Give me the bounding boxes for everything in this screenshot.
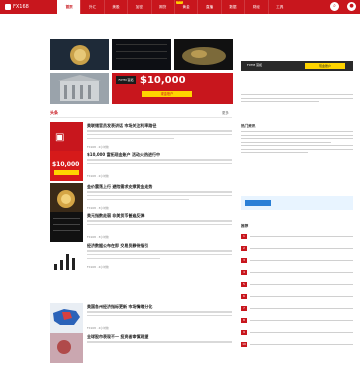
- ad-badge: 现金账户: [142, 91, 192, 97]
- rank-item[interactable]: [250, 282, 353, 287]
- rank-item[interactable]: [250, 258, 353, 263]
- article-thumbnail: ▣: [50, 122, 83, 152]
- featured-tile-3[interactable]: [174, 39, 233, 70]
- rank-badge: 6: [241, 294, 247, 299]
- top-nav-bar: FX168 首页 外汇 美股 加密 期货 黄金 直播 数据 财经 工具 NEW …: [0, 0, 360, 14]
- sidebar-box-1: [241, 92, 353, 105]
- sidebar-ad-1[interactable]: FXTM 富拓 现金账户: [241, 61, 353, 71]
- rank-item[interactable]: [250, 330, 353, 335]
- nav-item-home[interactable]: 首页: [57, 0, 81, 14]
- list-item[interactable]: 美元指数走弱 非美货币普遍反弹 FX168 · 3小时前: [50, 212, 232, 246]
- nav-item-live[interactable]: 直播: [197, 0, 220, 14]
- svg-text:▣: ▣: [55, 132, 64, 143]
- logo-mark-icon: [5, 3, 11, 10]
- nav-item-crypto[interactable]: 加密: [127, 0, 150, 14]
- main-nav: 首页 外汇 美股 加密 期货 黄金 直播 数据 财经 工具: [57, 0, 291, 14]
- article-summary: [87, 191, 232, 202]
- article-meta: FX168 · 2小时前: [87, 145, 109, 149]
- sidebar-section-1: 热门资讯: [241, 124, 353, 156]
- article-thumbnail: [50, 242, 83, 272]
- article-thumbnail: [50, 303, 83, 333]
- user-icon[interactable]: ●: [347, 2, 356, 11]
- rank-item[interactable]: [250, 342, 353, 347]
- article-summary: [87, 311, 232, 319]
- site-logo[interactable]: FX168: [5, 3, 41, 11]
- ad-logo-icon: [245, 200, 271, 206]
- rank-badge: 3: [241, 258, 247, 263]
- article-meta: FX168 · 3小时前: [87, 235, 109, 239]
- article-meta: FX168 · 4小时前: [87, 265, 109, 269]
- rank-item[interactable]: [250, 318, 353, 323]
- article-title[interactable]: 美元指数走弱 非美货币普遍反弹: [87, 213, 232, 219]
- rank-badge: 7: [241, 306, 247, 311]
- rank-badge: 8: [241, 318, 247, 323]
- featured-tile-4[interactable]: [50, 73, 109, 104]
- article-title[interactable]: 全球股市表现不一 投资者审慎观望: [87, 334, 232, 340]
- rank-badge: 5: [241, 282, 247, 287]
- rank-badge: 4: [241, 270, 247, 275]
- list-item[interactable]: 经济数据公布在即 交易员静待指引 FX168 · 4小时前: [50, 242, 232, 276]
- article-title[interactable]: $10,000 富拓现金账户 活动火热进行中: [87, 152, 232, 158]
- list-item[interactable]: 美国各州经济指标更新 市场情绪分化 FX168 · 4小时前: [50, 303, 232, 337]
- svg-text:$10,000: $10,000: [52, 161, 79, 168]
- rank-item[interactable]: [250, 246, 353, 251]
- article-thumbnail: [50, 183, 83, 213]
- article-meta: FX168 · 2小时前: [87, 174, 109, 178]
- list-item[interactable]: $10,000 $10,000 富拓现金账户 活动火热进行中 FX168 · 2…: [50, 151, 232, 185]
- article-summary: [87, 159, 232, 167]
- rank-item[interactable]: [250, 294, 353, 299]
- rank-item[interactable]: [250, 270, 353, 275]
- search-icon[interactable]: ⌕: [330, 2, 339, 11]
- ad-brand-label: FXTM 富拓: [116, 76, 136, 84]
- section-divider: [50, 117, 232, 118]
- ad-headline: $10,000: [140, 75, 186, 86]
- article-title[interactable]: 经济数据公布在即 交易员静待指引: [87, 243, 232, 249]
- sidebar-section-title: 推荐: [241, 224, 249, 228]
- rank-item[interactable]: [250, 306, 353, 311]
- rank-badge: 10: [241, 342, 247, 347]
- section-title: 头条: [50, 110, 58, 115]
- sidebar-ad-2[interactable]: [241, 196, 353, 210]
- featured-image-1: [50, 39, 109, 70]
- featured-image-3: [174, 39, 233, 70]
- featured-tile-5-ad[interactable]: FXTM 富拓 $10,000 现金账户: [112, 73, 233, 104]
- nav-item-futures[interactable]: 期货: [150, 0, 174, 14]
- article-thumbnail: [50, 333, 83, 363]
- section-more-link[interactable]: 更多: [222, 110, 229, 115]
- article-summary: [87, 341, 232, 345]
- nav-item-forex[interactable]: 外汇: [80, 0, 103, 14]
- rank-badge: 9: [241, 330, 247, 335]
- featured-tile-1[interactable]: [50, 39, 109, 70]
- sidebar-section-2: 推荐: [241, 224, 353, 229]
- article-meta: FX168 · 3小时前: [87, 206, 109, 210]
- nav-item-stocks[interactable]: 美股: [103, 0, 127, 14]
- nav-item-finance[interactable]: 财经: [244, 0, 267, 14]
- article-thumbnail: $10,000: [50, 151, 83, 181]
- rank-badge: 1: [241, 234, 247, 239]
- article-summary: [87, 220, 232, 228]
- rank-item[interactable]: [250, 234, 353, 239]
- article-title[interactable]: 美国各州经济指标更新 市场情绪分化: [87, 304, 232, 310]
- nav-new-badge: NEW: [176, 1, 183, 4]
- rank-badge: 2: [241, 246, 247, 251]
- article-title[interactable]: 美联储官员发表讲话 市场关注利率路径: [87, 123, 232, 129]
- list-item[interactable]: 全球股市表现不一 投资者审慎观望: [50, 333, 232, 367]
- article-summary: [87, 250, 232, 261]
- article-summary: [87, 130, 232, 141]
- featured-image-4: [50, 73, 109, 104]
- article-meta: FX168 · 4小时前: [87, 326, 109, 330]
- article-title[interactable]: 金价震荡上行 避险需求支撑黄金走势: [87, 184, 232, 190]
- featured-image-2: [112, 39, 171, 70]
- nav-item-tools[interactable]: 工具: [267, 0, 291, 14]
- sidebar-section-title: 热门资讯: [241, 124, 256, 128]
- nav-item-data[interactable]: 数据: [220, 0, 244, 14]
- article-thumbnail: [50, 212, 83, 242]
- featured-tile-2[interactable]: [112, 39, 171, 70]
